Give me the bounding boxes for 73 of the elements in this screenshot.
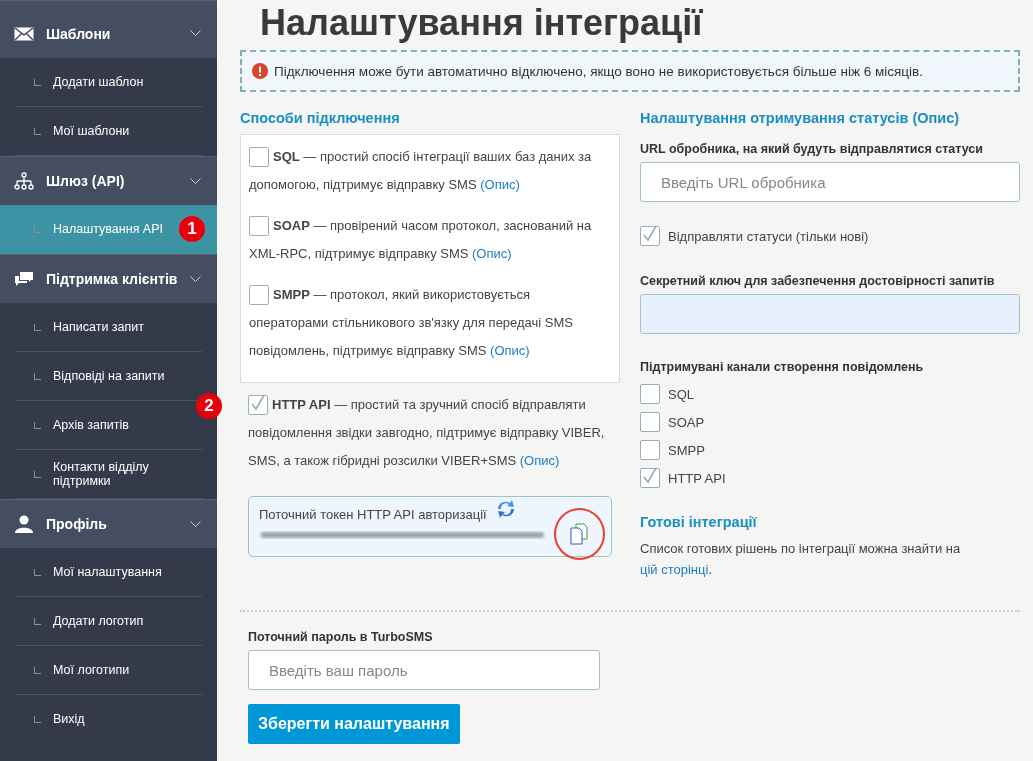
sidebar-item[interactable]: Додати шаблон	[15, 58, 202, 107]
item-label: Додати логотип	[53, 614, 144, 628]
ready-text: Список готових рішень по інтеграції можна знайти на цій сторінці.	[640, 540, 962, 579]
section-heading: Способи підключення	[240, 110, 401, 126]
sidebar-item[interactable]: Налаштування API 1	[0, 205, 217, 254]
password-input[interactable]: Введіть ваш пароль	[248, 650, 600, 690]
chevron-down-icon[interactable]	[190, 177, 201, 185]
sidebar-section-header[interactable]: Шаблони	[0, 0, 217, 58]
checkbox-label: SQL	[668, 386, 694, 402]
secret-key-input[interactable]	[640, 294, 1020, 334]
checkbox[interactable]	[640, 384, 660, 404]
sidebar-item[interactable]: Написати запит	[15, 303, 202, 352]
step-badge: 2	[196, 393, 222, 419]
checkbox-label: SOAP	[668, 414, 705, 430]
description-link[interactable]: (Опис)	[490, 343, 530, 358]
notice-text: Підключення може бути автоматично відключено, якщо воно не використовується більше ніж 6 місяців.	[274, 63, 923, 79]
checkbox[interactable]	[249, 147, 269, 167]
envelope-icon	[14, 26, 34, 41]
checkbox-label: SMPP	[668, 442, 705, 458]
sidebar-item[interactable]: Мої налаштування	[15, 548, 202, 597]
checkbox[interactable]	[640, 468, 660, 488]
item-label: Мої шаблони	[53, 124, 130, 138]
item-label: Додати шаблон	[53, 75, 144, 89]
sidebar-item[interactable]: Вихід	[15, 695, 202, 744]
field-label: URL обробника, на який будуть відправлятися статуси	[640, 142, 984, 156]
description-link[interactable]: (Опис)	[472, 246, 512, 261]
checkbox[interactable]	[640, 412, 660, 432]
item-label: Мої налаштування	[53, 565, 162, 579]
sidebar-item[interactable]: Мої логотипи	[15, 646, 202, 695]
user-icon	[14, 515, 34, 533]
item-label: Архів запитів	[53, 418, 129, 432]
description-link[interactable]: (Опис)	[519, 453, 560, 468]
field-label: Секретний ключ для забезпечення достовірності запитів	[640, 274, 996, 288]
checkbox[interactable]	[640, 440, 660, 460]
item-label: Написати запит	[53, 320, 144, 334]
method-option: SQL — простий спосіб інтеграції ваших баз даних за допомогою, підтримує відправку SMS (Опис)	[249, 143, 611, 199]
chat-icon	[14, 271, 34, 287]
checkbox[interactable]	[248, 395, 268, 415]
checkbox-label: HTTP API	[668, 470, 726, 486]
sidebar-section-header[interactable]: Підтримка клієнтів	[0, 254, 217, 303]
step-badge: 1	[179, 216, 206, 242]
checkbox[interactable]	[249, 285, 269, 305]
description-link[interactable]: (Опис)	[480, 177, 520, 192]
section-title: Шаблони	[46, 25, 112, 42]
warning-icon	[252, 63, 268, 79]
checkbox-label: Відправляти статуси (тільки нові)	[668, 228, 869, 244]
sidebar-section-header[interactable]: Шлюз (API)	[0, 156, 217, 205]
url-input[interactable]: Введіть URL обробника	[640, 162, 1020, 202]
section-heading: Готові інтеграції	[640, 514, 758, 530]
item-label: Вихід	[53, 712, 85, 726]
field-label: Поточний пароль в TurboSMS	[248, 630, 434, 644]
item-label: Відповіді на запити	[53, 369, 165, 383]
item-label: Налаштування API	[53, 222, 164, 236]
network-icon	[14, 172, 34, 190]
item-label: Мої логотипи	[53, 663, 130, 677]
copy-icon[interactable]	[570, 523, 589, 545]
field-label: Підтримувані канали створення повідомлень	[640, 360, 925, 374]
sidebar-section-header[interactable]: Профіль	[0, 499, 217, 548]
method-option: SOAP — провірений часом протокол, заснований на XML-RPC, підтримує відправку SMS (Опис)	[249, 212, 611, 268]
chevron-down-icon[interactable]	[190, 275, 201, 283]
page-title: Налаштування інтеграції	[260, 2, 704, 44]
section-heading: Налаштування отримування статусів (Опис)	[640, 110, 961, 126]
chevron-down-icon[interactable]	[190, 30, 201, 37]
item-label: Контакти відділу підтримки	[53, 460, 150, 488]
checkbox[interactable]	[640, 226, 660, 246]
section-title: Профіль	[46, 516, 108, 532]
method-option: SMPP — протокол, який використовується операторами стільникового зв'язку для передачі SMS повідомлень, підтримує відправку SMS (Опис)	[249, 281, 611, 365]
chevron-down-icon[interactable]	[190, 520, 201, 528]
section-title: Шлюз (API)	[46, 173, 126, 189]
checkbox[interactable]	[249, 216, 269, 236]
section-title: Підтримка клієнтів	[46, 271, 178, 287]
sidebar-item[interactable]: Додати логотип	[15, 597, 202, 646]
token-label: Поточний токен HTTP API авторизації	[259, 507, 487, 522]
